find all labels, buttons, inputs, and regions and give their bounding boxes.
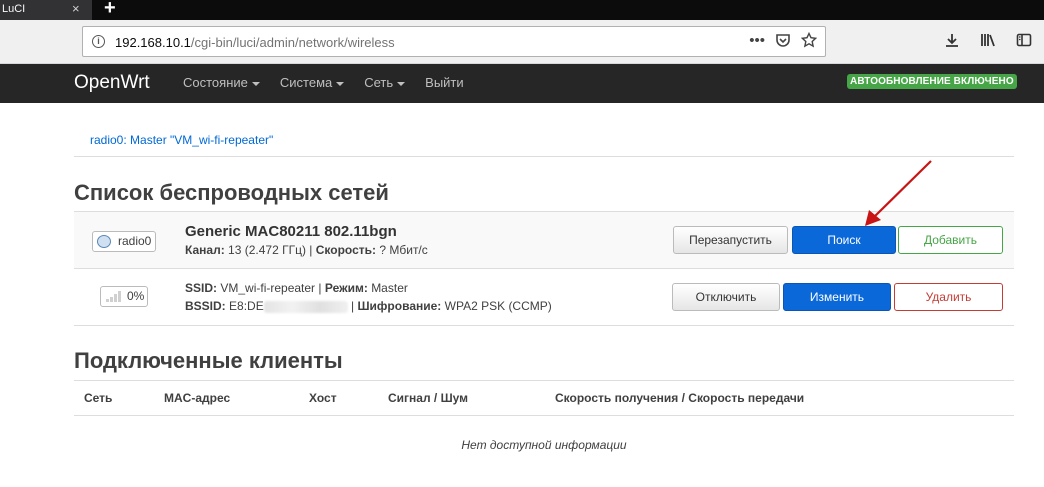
signal-bars-icon [106, 291, 122, 302]
menu-item-status[interactable]: Состояние [183, 75, 260, 90]
channel-label: Канал: [185, 243, 225, 257]
encryption-label: Шифрование: [357, 299, 442, 313]
brand-logo[interactable]: OpenWrt [74, 72, 150, 94]
caret-down-icon [336, 81, 345, 86]
sidebar-icon[interactable] [1016, 32, 1032, 52]
pocket-icon[interactable] [775, 32, 791, 52]
tab-title: LuCI [2, 3, 26, 15]
add-button[interactable]: Добавить [898, 226, 1003, 254]
empty-state-text: Нет доступной информации [461, 438, 627, 452]
menu-item-label: Сеть [364, 75, 394, 90]
downloads-icon[interactable] [944, 32, 960, 52]
channel-value: 13 (2.472 ГГц) [228, 243, 306, 257]
menu-item-network[interactable]: Сеть [364, 75, 406, 90]
signal-value: 0% [127, 289, 145, 303]
device-name: Generic MAC80211 802.11bgn [185, 223, 397, 240]
caret-down-icon [397, 81, 406, 86]
browser-tabbar: LuCI × + [0, 0, 1044, 20]
annotation-arrow-icon [865, 160, 932, 226]
edit-button[interactable]: Изменить [783, 283, 891, 311]
device-info: Канал: 13 (2.472 ГГц) | Скорость: ? Мбит… [185, 243, 428, 257]
ssid-label: SSID: [185, 281, 218, 295]
ssid-line: SSID: VM_wi-fi-repeater | Режим: Master [185, 281, 408, 295]
wireless-section-title: Список беспроводных сетей [74, 180, 389, 205]
column-header: Сеть [84, 391, 113, 405]
url-host: 192.168.10.1 [115, 35, 191, 50]
menu-item-label: Система [279, 75, 333, 90]
browser-navbar: i 192.168.10.1/cgi-bin/luci/admin/networ… [0, 20, 1044, 64]
mode-label: Режим: [324, 281, 368, 295]
browser-tab[interactable]: LuCI × [0, 0, 92, 20]
mode-value: Master [371, 281, 408, 295]
bssid-value: E8:DE [229, 299, 264, 313]
url-bar[interactable]: i 192.168.10.1/cgi-bin/luci/admin/networ… [82, 26, 826, 57]
column-header: Сигнал / Шум [388, 391, 469, 405]
radio-badge-label: radio0 [118, 234, 152, 248]
autorefresh-badge[interactable]: АВТООБНОВЛЕНИЕ ВКЛЮЧЕНО [847, 74, 1017, 89]
wifi-radio-icon [97, 235, 111, 248]
new-tab-icon[interactable]: + [104, 0, 116, 20]
clients-table-header: Сеть MAC-адрес Хост Сигнал / Шум Скорост… [74, 380, 1014, 416]
url-text: 192.168.10.1/cgi-bin/luci/admin/network/… [115, 35, 395, 50]
column-header: MAC-адрес [164, 391, 231, 405]
clients-section-title: Подключенные клиенты [74, 348, 343, 373]
more-actions-icon[interactable]: ••• [749, 32, 765, 52]
encryption-value: WPA2 PSK (CCMP) [444, 299, 552, 313]
caret-down-icon [251, 81, 260, 86]
signal-badge: 0% [100, 286, 148, 307]
menu-item-logout[interactable]: Выйти [425, 75, 464, 90]
url-path: /cgi-bin/luci/admin/network/wireless [190, 35, 395, 50]
radio-badge: radio0 [92, 231, 156, 252]
remove-button[interactable]: Удалить [894, 283, 1003, 311]
ssid-value: VM_wi-fi-repeater [220, 281, 316, 295]
column-header: Хост [309, 391, 337, 405]
network-row: 0% SSID: VM_wi-fi-repeater | Режим: Mast… [74, 269, 1014, 326]
disable-button[interactable]: Отключить [672, 283, 780, 311]
menu-item-system[interactable]: Система [279, 75, 345, 90]
redacted-mask [263, 300, 348, 313]
info-icon[interactable]: i [92, 35, 105, 48]
library-icon[interactable] [980, 32, 996, 52]
breadcrumb: radio0: Master "VM_wi-fi-repeater" [74, 124, 1014, 157]
rate-value: ? Мбит/с [379, 243, 428, 257]
bssid-line: BSSID: E8:DE | Шифрование: WPA2 PSK (CCM… [185, 299, 552, 313]
rate-label: Скорость: [315, 243, 377, 257]
bookmark-star-icon[interactable] [800, 31, 818, 52]
column-header: Скорость получения / Скорость передачи [555, 391, 805, 405]
luci-header: OpenWrt Состояние Система Сеть Выйти АВТ… [0, 64, 1044, 103]
tab-close-icon[interactable]: × [72, 1, 80, 16]
scan-button[interactable]: Поиск [792, 226, 896, 254]
breadcrumb-link[interactable]: radio0: Master "VM_wi-fi-repeater" [90, 133, 273, 147]
main-menu: Состояние Система Сеть Выйти [183, 75, 464, 90]
bssid-label: BSSID: [185, 299, 226, 313]
restart-button[interactable]: Перезапустить [673, 226, 788, 254]
menu-item-label: Состояние [183, 75, 248, 90]
